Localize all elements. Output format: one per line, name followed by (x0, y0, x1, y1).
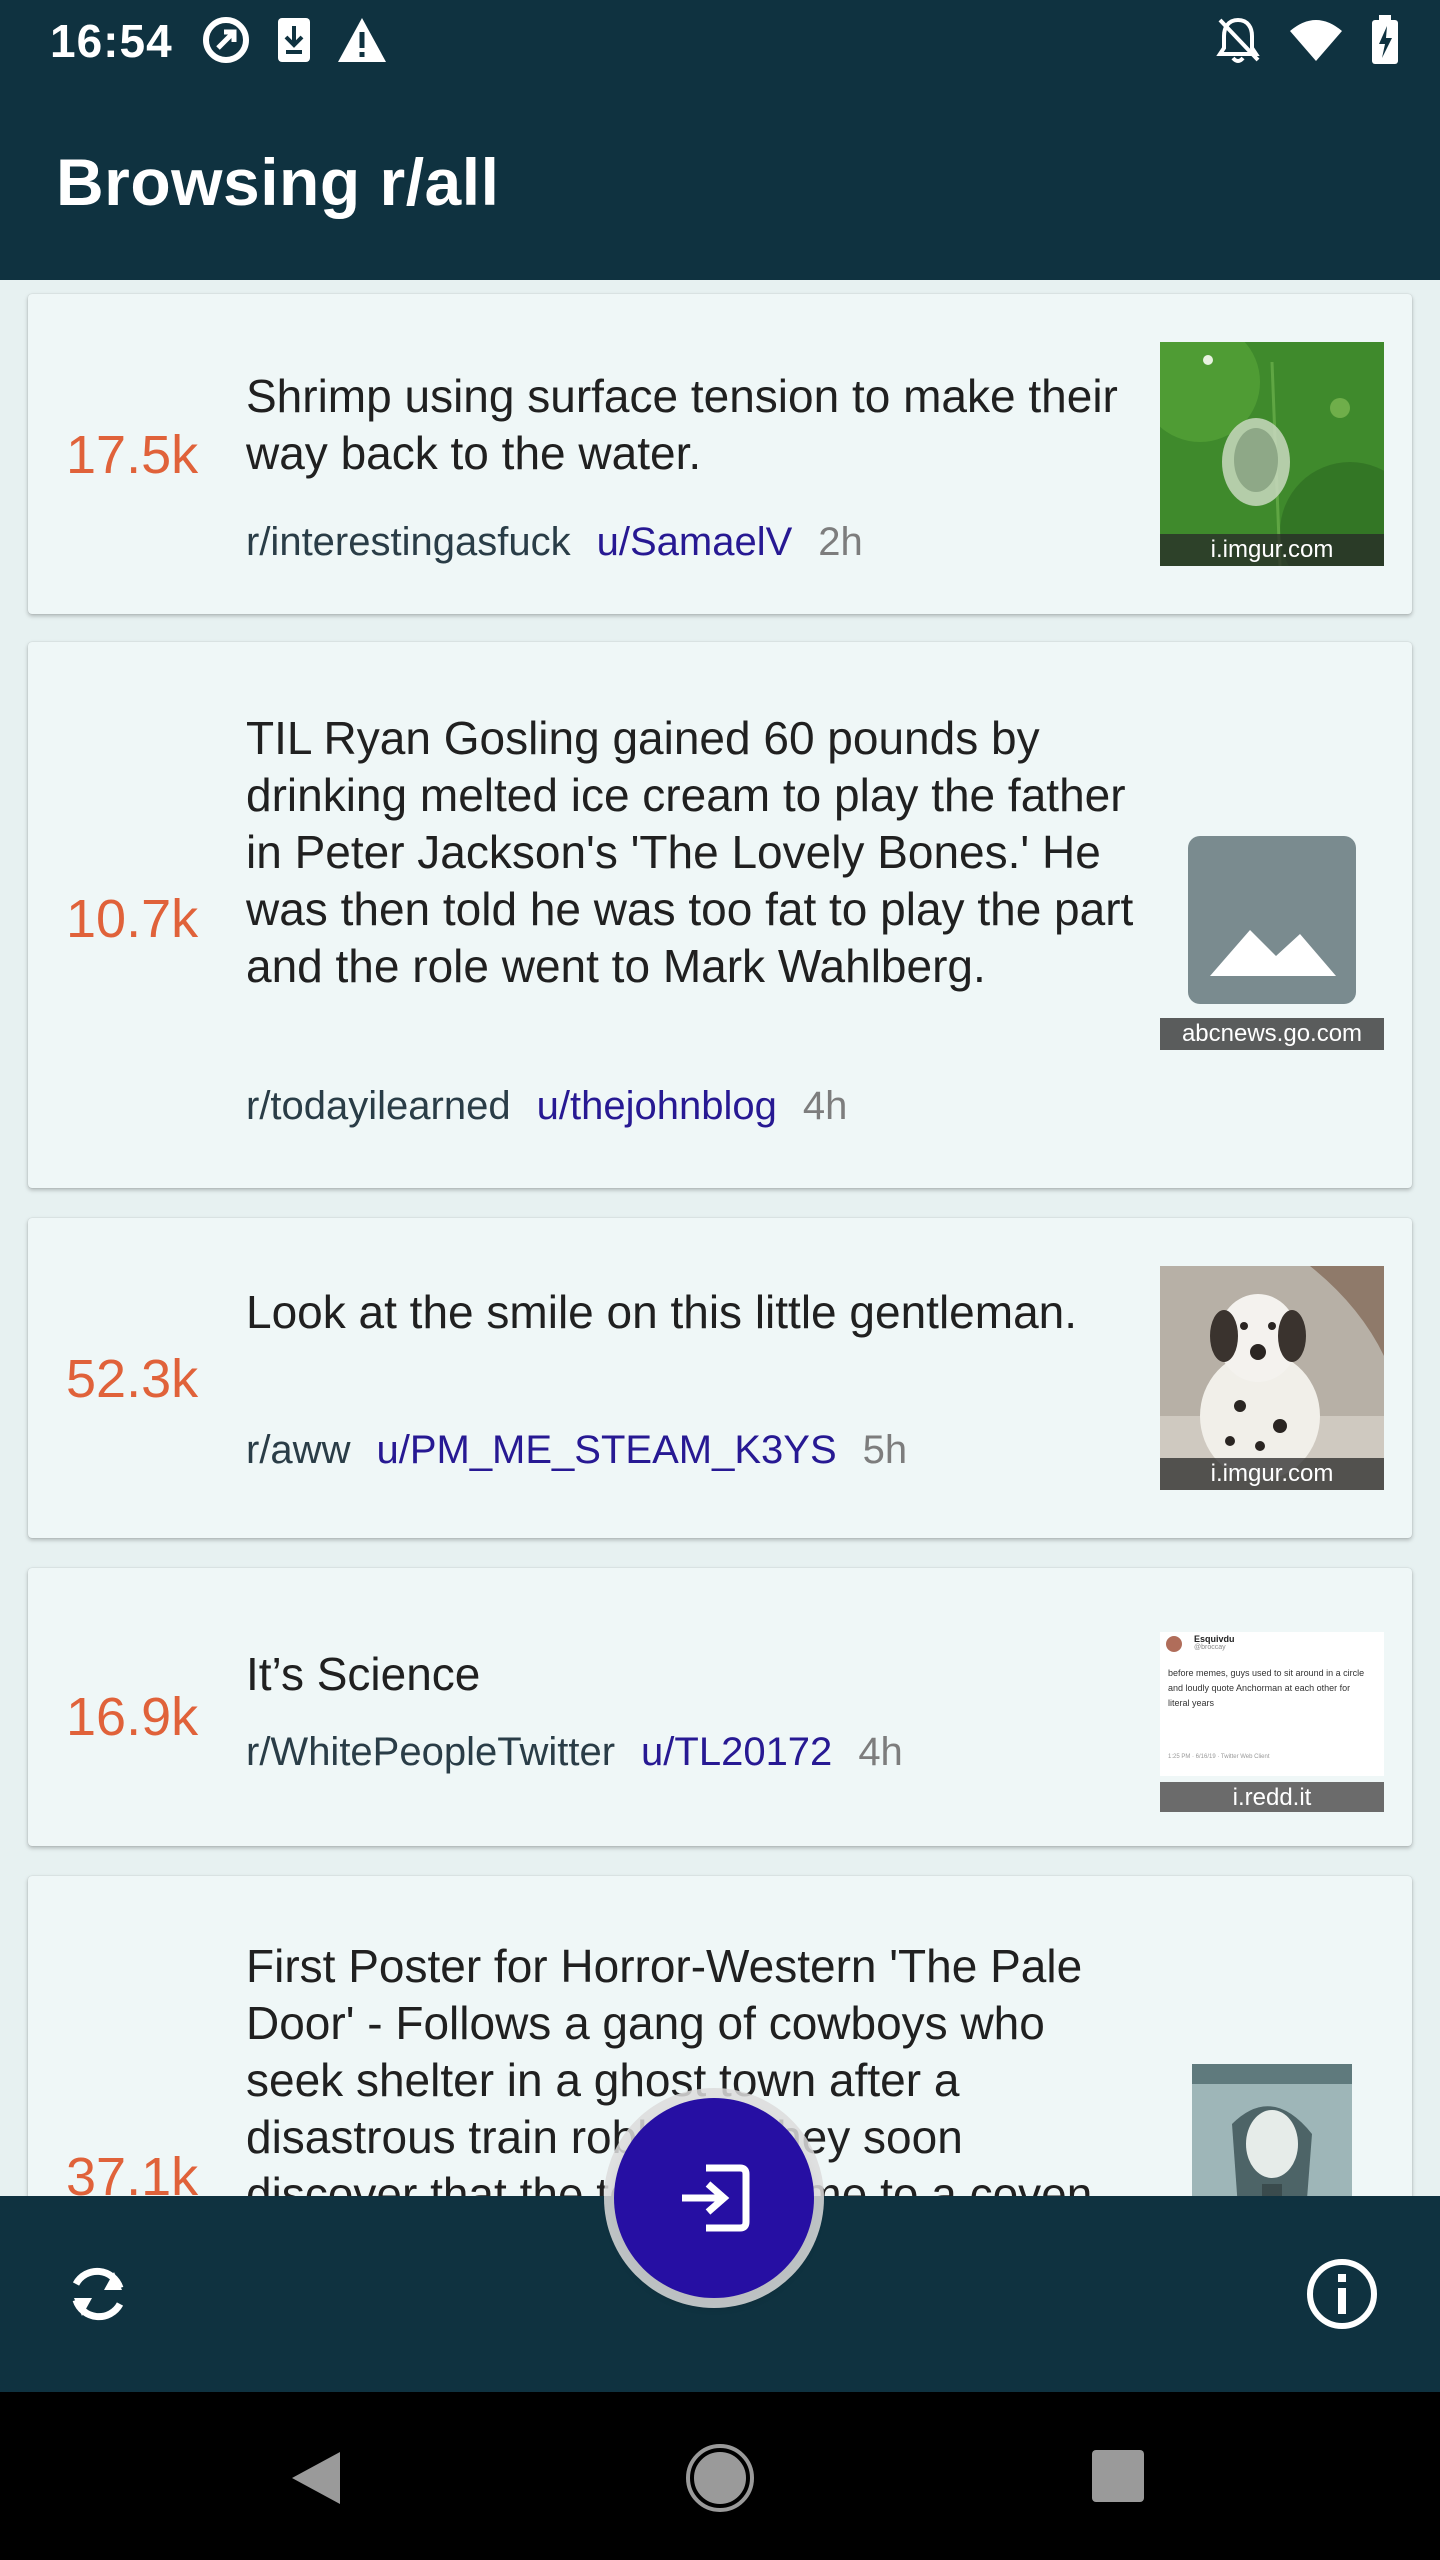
shrimp-photo (1160, 342, 1384, 566)
post-title: Look at the smile on this little gentlem… (246, 1286, 1078, 1338)
post-card[interactable]: 10.7k TIL Ryan Gosling gained 60 pounds … (28, 642, 1412, 1188)
tweet-text: before memes, guys used to sit around in… (1168, 1668, 1365, 1708)
battery-charging-icon (1372, 15, 1398, 64)
post-subreddit[interactable]: r/WhitePeopleTwitter (246, 1730, 615, 1774)
thumbnail-domain: i.redd.it (1160, 1782, 1384, 1812)
post-list[interactable]: 17.5k Shrimp using surface tension to ma… (0, 280, 1440, 2196)
post-score: 16.9k (66, 1687, 199, 1747)
post-thumbnail[interactable]: abcnews.go.com (1160, 826, 1384, 1050)
post-card[interactable]: 52.3k Look at the smile on this little g… (28, 1218, 1412, 1538)
post-age: 5h (862, 1428, 908, 1472)
post-score: 10.7k (66, 889, 199, 949)
post-card[interactable]: 17.5k Shrimp using surface tension to ma… (28, 294, 1412, 614)
enter-icon (682, 2164, 750, 2232)
avatar (1166, 1636, 1182, 1652)
open-subreddit-fab[interactable] (614, 2098, 814, 2298)
post-title: It’s Science (246, 1648, 481, 1700)
data-saver-icon (203, 17, 249, 63)
tweet-handle: @broccay (1194, 1644, 1226, 1651)
app-bar: Browsing r/all (0, 84, 1440, 280)
post-age: 2h (818, 520, 863, 564)
image-placeholder-icon (1188, 836, 1356, 1004)
movie-poster-thumbnail (1192, 2064, 1352, 2196)
wifi-icon (1290, 20, 1342, 61)
home-icon[interactable] (686, 2444, 754, 2512)
status-bar: 16:54 (0, 0, 1440, 84)
page-title: Browsing r/all (56, 145, 500, 219)
post-thumbnail[interactable]: Esquivdu @broccay before memes, guys use… (1160, 1632, 1384, 1812)
refresh-icon[interactable] (62, 2258, 134, 2330)
post-thumbnail[interactable]: i.imgur.com (1160, 1266, 1384, 1490)
post-card[interactable]: 16.9k It’s Science r/WhitePeopleTwitter u… (28, 1568, 1412, 1846)
back-icon[interactable] (288, 2448, 344, 2508)
post-subreddit[interactable]: r/aww (246, 1428, 350, 1472)
post-subreddit[interactable]: r/interestingasfuck (246, 520, 571, 564)
post-score: 17.5k (66, 425, 199, 485)
system-nav-bar (0, 2392, 1440, 2560)
post-score: 37.1k (66, 2147, 199, 2196)
tweet-author: Esquivdu (1194, 1634, 1235, 1644)
post-score: 52.3k (66, 1349, 199, 1409)
download-icon (278, 18, 310, 62)
post-thumbnail[interactable]: i.imgur.com (1160, 342, 1384, 566)
notifications-off-icon (1216, 17, 1260, 63)
recents-icon[interactable] (1090, 2448, 1146, 2504)
status-time: 16:54 (50, 15, 173, 67)
post-subreddit[interactable]: r/todayilearned (246, 1084, 511, 1128)
thumbnail-domain: abcnews.go.com (1160, 1018, 1384, 1050)
post-title: TIL Ryan Gosling gained 60 pounds by dri… (246, 712, 1134, 992)
tweet-screenshot: Esquivdu @broccay before memes, guys use… (1160, 1632, 1384, 1776)
tweet-footer: 1:25 PM · 6/16/19 · Twitter Web Client (1168, 1754, 1270, 1760)
post-user[interactable]: u/thejohnblog (537, 1084, 777, 1128)
post-title: Shrimp using surface tension to make the… (246, 370, 1118, 479)
thumbnail-domain: i.imgur.com (1160, 1458, 1384, 1490)
post-age: 4h (858, 1730, 903, 1774)
warning-icon (338, 18, 386, 62)
info-icon[interactable] (1304, 2256, 1380, 2332)
post-user[interactable]: u/SamaelV (597, 520, 793, 564)
thumbnail-domain: i.imgur.com (1160, 534, 1384, 566)
post-user[interactable]: u/TL20172 (641, 1730, 832, 1774)
post-user[interactable]: u/PM_ME_STEAM_K3YS (376, 1428, 836, 1472)
puppy-photo (1160, 1266, 1384, 1490)
post-thumbnail[interactable] (1192, 2064, 1352, 2196)
post-age: 4h (802, 1084, 848, 1128)
